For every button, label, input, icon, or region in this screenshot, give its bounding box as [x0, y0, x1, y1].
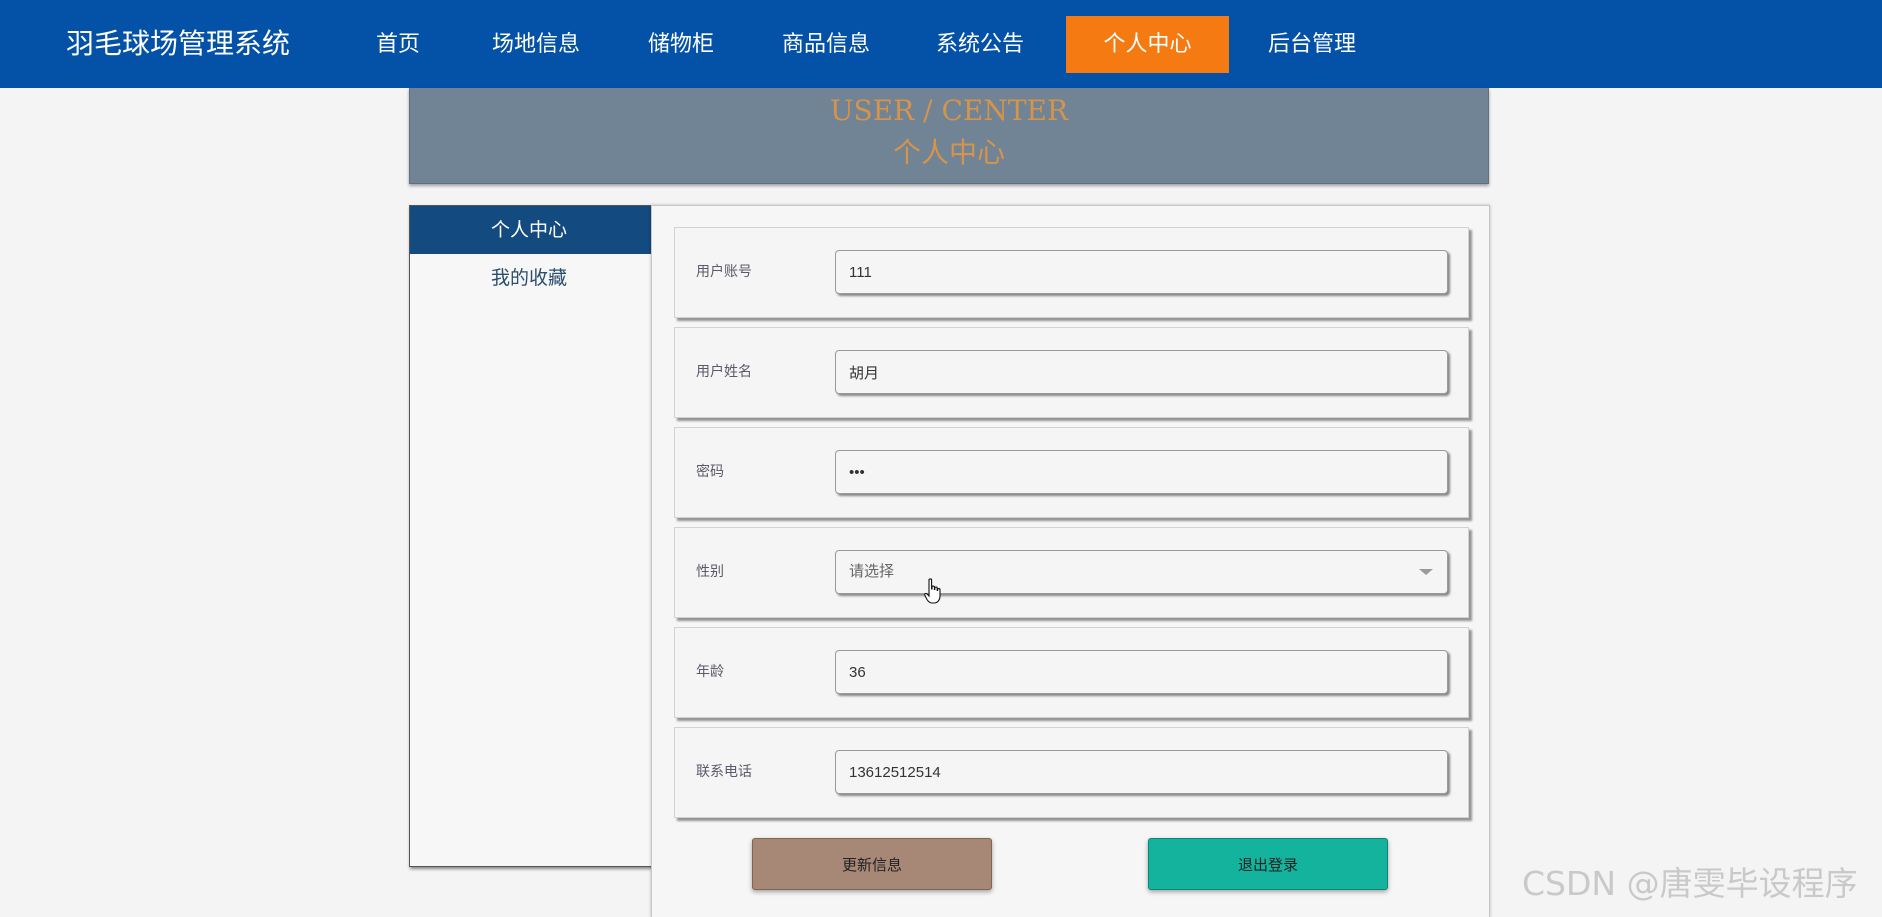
password-label: 密码 — [696, 464, 724, 480]
watermark: CSDN @唐雯毕设程序 — [1522, 864, 1858, 903]
profile-form-panel: 用户账号 用户姓名 密码 性别 请选择 年龄 联系电话 — [651, 205, 1490, 917]
page-banner: USER / CENTER 个人中心 — [409, 88, 1489, 184]
site-brand[interactable]: 羽毛球场管理系统 — [66, 26, 290, 62]
nav-announcements[interactable]: 系统公告 — [920, 16, 1040, 73]
age-input[interactable] — [835, 650, 1448, 694]
chevron-down-icon — [1419, 569, 1433, 575]
banner-title-en: USER / CENTER — [829, 94, 1069, 127]
page: 羽毛球场管理系统 首页 场地信息 储物柜 商品信息 系统公告 个人中心 后台管理… — [0, 0, 1882, 917]
sidebar: 个人中心 我的收藏 — [409, 205, 652, 867]
name-input[interactable] — [835, 350, 1448, 394]
form-row-account: 用户账号 — [674, 227, 1469, 318]
form-row-name: 用户姓名 — [674, 327, 1469, 418]
form-row-phone: 联系电话 — [674, 727, 1469, 818]
hand-pointer-icon — [924, 578, 941, 604]
password-input[interactable] — [835, 450, 1448, 494]
phone-label: 联系电话 — [696, 764, 752, 780]
account-label: 用户账号 — [696, 264, 752, 280]
nav-products[interactable]: 商品信息 — [766, 16, 886, 73]
account-input[interactable] — [835, 250, 1448, 294]
nav-user-center[interactable]: 个人中心 — [1066, 16, 1229, 73]
form-row-password: 密码 — [674, 427, 1469, 518]
sidebar-item-user-center[interactable]: 个人中心 — [410, 206, 651, 254]
gender-label: 性别 — [696, 564, 724, 580]
name-label: 用户姓名 — [696, 364, 752, 380]
logout-button[interactable]: 退出登录 — [1148, 838, 1388, 890]
phone-input[interactable] — [835, 750, 1448, 794]
banner-title-cn: 个人中心 — [892, 136, 1005, 169]
top-nav: 羽毛球场管理系统 首页 场地信息 储物柜 商品信息 系统公告 个人中心 后台管理 — [0, 0, 1882, 88]
form-row-gender: 性别 请选择 — [674, 527, 1469, 618]
age-label: 年龄 — [696, 664, 724, 680]
sidebar-item-favorites[interactable]: 我的收藏 — [410, 254, 651, 302]
nav-venue-info[interactable]: 场地信息 — [476, 16, 596, 73]
gender-select-placeholder: 请选择 — [849, 563, 895, 580]
form-row-age: 年龄 — [674, 627, 1469, 718]
nav-lockers[interactable]: 储物柜 — [630, 16, 732, 73]
nav-admin[interactable]: 后台管理 — [1252, 16, 1372, 73]
update-info-button[interactable]: 更新信息 — [752, 838, 992, 890]
nav-home[interactable]: 首页 — [354, 16, 442, 73]
